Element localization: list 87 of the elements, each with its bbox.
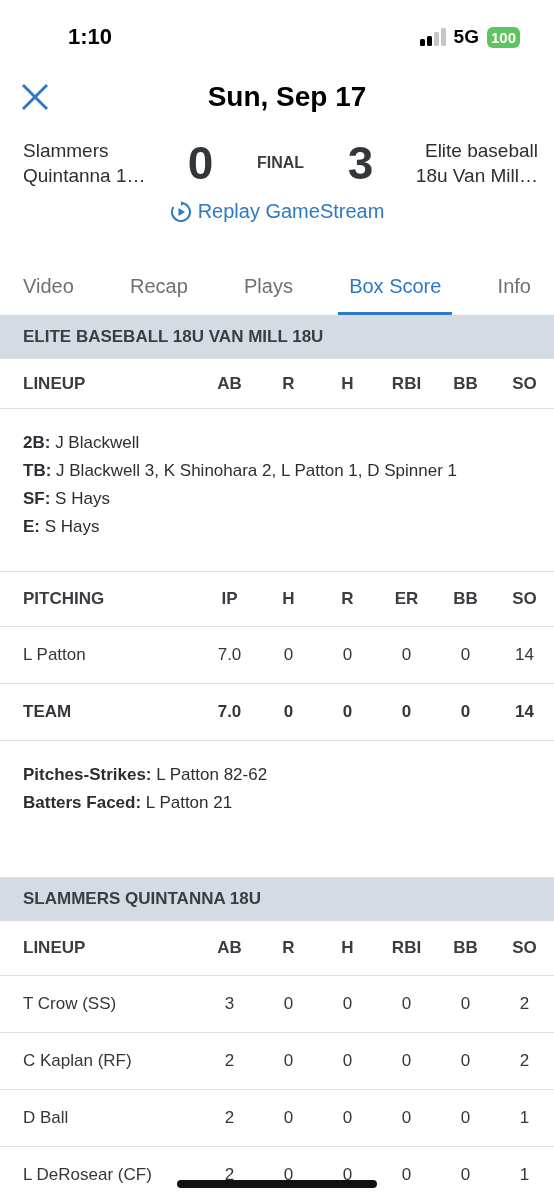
battery-indicator: 100 [486, 26, 520, 48]
column-header: PITCHING [23, 589, 106, 609]
stat-note: Batters Faced: L Patton 21 [23, 792, 234, 814]
replay-link[interactable]: Replay GameStream [169, 200, 385, 223]
column-header: ER [393, 589, 420, 609]
section-header: ELITE BASEBALL 18U VAN MILL 18U [0, 315, 554, 359]
stat-cell-text: 0 [341, 1165, 354, 1185]
clock: 1:10 [68, 24, 113, 50]
game-status: FINAL [255, 154, 306, 172]
stat-cell-text: 2 [223, 1108, 236, 1128]
home-score: 3 [346, 136, 375, 190]
stat-cell-text: 3 [223, 994, 236, 1014]
column-header: H [340, 938, 355, 958]
stat-cell-text: 2 [518, 1051, 531, 1071]
column-header: SO [511, 589, 538, 609]
game-date: Sun, Sep 17 [206, 81, 368, 113]
tab[interactable]: Plays [233, 263, 304, 315]
column-header: H [340, 373, 355, 394]
network-label: 5G [453, 26, 479, 48]
column-header: R [281, 373, 296, 394]
stat-cell-text: 14 [514, 702, 535, 722]
stat-cell-text: 7.0 [216, 702, 243, 722]
column-header: BB [452, 938, 479, 958]
stat-cell-text: 0 [459, 702, 472, 722]
column-header: R [281, 938, 296, 958]
column-header: LINEUP [23, 938, 87, 958]
column-header: LINEUP [23, 373, 87, 394]
tab[interactable]: Video [12, 263, 85, 315]
stat-cell-text: 0 [400, 1051, 413, 1071]
stat-cell-text: 0 [400, 702, 413, 722]
stat-cell-text: 0 [400, 1165, 413, 1185]
player-name: L DeRosear (CF) [23, 1165, 153, 1185]
stat-note: Pitches-Strikes: L Patton 82-62 [23, 764, 269, 786]
column-header: BB [452, 589, 479, 609]
stat-cell-text: 2 [223, 1165, 236, 1185]
column-header: IP [220, 589, 239, 609]
stat-cell-text: 0 [282, 1165, 295, 1185]
column-header: SO [511, 938, 538, 958]
stat-note: 2B: J Blackwell [23, 432, 141, 454]
stat-cell-text: 0 [459, 994, 472, 1014]
stat-cell-text: 1 [518, 1108, 531, 1128]
stat-cell-text: 0 [282, 994, 295, 1014]
player-name: L Patton [23, 645, 87, 665]
away-score: 0 [186, 136, 215, 190]
player-name: TEAM [23, 702, 73, 722]
stat-cell-text: 2 [518, 994, 531, 1014]
stat-cell-text: 0 [459, 1165, 472, 1185]
stat-cell-text: 0 [282, 1108, 295, 1128]
stat-cell-text: 0 [459, 645, 472, 665]
section-header: SLAMMERS QUINTANNA 18U [0, 877, 554, 921]
home-team-name: Elite baseball 18u Van Mill… [414, 139, 538, 188]
tab[interactable]: Recap [119, 263, 199, 315]
stat-cell-text: 0 [341, 1108, 354, 1128]
stat-cell-text: 0 [400, 1108, 413, 1128]
stat-cell-text: 2 [223, 1051, 236, 1071]
column-header: RBI [390, 938, 423, 958]
stat-cell-text: 0 [282, 645, 295, 665]
column-header: H [281, 589, 296, 609]
stat-cell-text: 0 [400, 994, 413, 1014]
column-header: AB [216, 373, 243, 394]
stat-cell-text: 0 [341, 994, 354, 1014]
stat-note: E: S Hays [23, 516, 101, 538]
away-team-name: Slammers Quintanna 1… [23, 139, 147, 188]
stat-cell-text: 0 [341, 645, 354, 665]
stat-cell-text: 14 [514, 645, 535, 665]
signal-icon [419, 28, 446, 46]
column-header: AB [216, 938, 243, 958]
stat-cell-text: 0 [459, 1051, 472, 1071]
player-name: C Kaplan (RF) [23, 1051, 133, 1071]
column-header: BB [452, 373, 479, 394]
stat-cell-text: 0 [341, 1051, 354, 1071]
stat-note: SF: S Hays [23, 488, 111, 510]
stat-note: TB: J Blackwell 3, K Shinohara 2, L Patton 1, D Spinner 1 [23, 460, 459, 482]
stat-cell-text: 0 [400, 645, 413, 665]
stat-cell-text: 1 [518, 1165, 531, 1185]
column-header: SO [511, 373, 538, 394]
replay-icon [169, 200, 192, 223]
column-header: R [340, 589, 355, 609]
player-name: T Crow (SS) [23, 994, 118, 1014]
column-header: RBI [390, 373, 423, 394]
player-name: D Ball [23, 1108, 70, 1128]
stat-cell-text: 0 [282, 702, 295, 722]
stat-cell-text: 0 [459, 1108, 472, 1128]
stat-cell-text: 0 [341, 702, 354, 722]
stat-cell-text: 7.0 [216, 645, 243, 665]
tab[interactable]: Info [486, 263, 542, 315]
stat-cell-text: 0 [282, 1051, 295, 1071]
